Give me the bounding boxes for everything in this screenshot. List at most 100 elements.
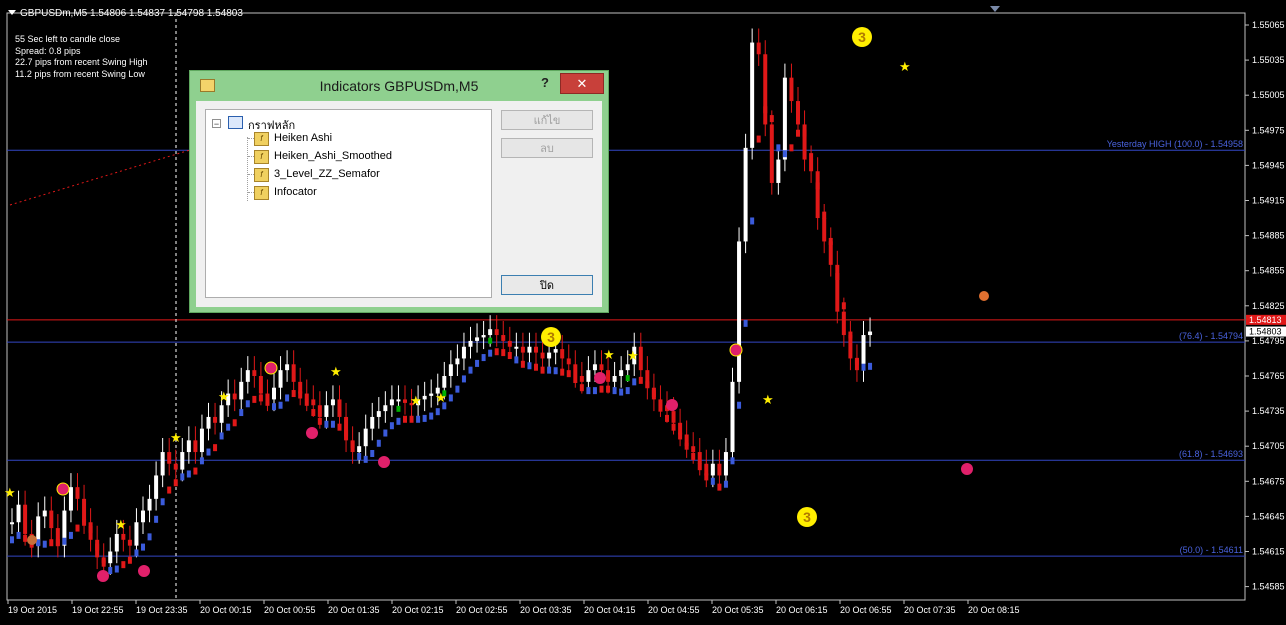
help-button[interactable]: ? — [541, 75, 549, 90]
time-axis-label: 20 Oct 04:55 — [648, 605, 700, 615]
candle-body — [468, 340, 473, 347]
candle-body — [285, 364, 290, 371]
price-axis-label: 1.54855 — [1252, 266, 1285, 276]
edit-button[interactable]: แก้ไข — [501, 110, 593, 130]
candle-body — [337, 399, 342, 417]
smoothed-bar — [527, 362, 532, 370]
trendline — [9, 149, 191, 206]
time-axis-label: 19 Oct 2015 — [8, 605, 57, 615]
candle-body — [841, 311, 846, 336]
candle-body — [186, 440, 191, 453]
swing-marker — [979, 291, 989, 301]
semafor-level3-label: 3 — [858, 29, 866, 45]
chart-window-icon — [228, 116, 243, 129]
candle-body — [68, 487, 73, 511]
delete-button[interactable]: ลบ — [501, 138, 593, 158]
smoothed-bar — [723, 480, 728, 488]
close-icon[interactable]: ✕ — [560, 73, 604, 94]
semafor-star-icon: ★ — [627, 348, 639, 363]
time-axis-label: 19 Oct 23:35 — [136, 605, 188, 615]
smoothed-bar — [861, 363, 866, 371]
time-axis-label: 19 Oct 22:55 — [72, 605, 124, 615]
chart-title: GBPUSDm,M5 1.54806 1.54837 1.54798 1.548… — [20, 8, 243, 19]
smoothed-bar — [494, 348, 499, 356]
ha-green-bar — [396, 405, 401, 412]
candle-body — [344, 416, 349, 441]
candle-body — [23, 504, 28, 534]
candle-body — [658, 399, 663, 406]
time-axis-label: 20 Oct 05:35 — [712, 605, 764, 615]
price-axis-label: 1.54735 — [1252, 406, 1285, 416]
smoothed-bar — [160, 498, 165, 506]
smoothed-bar — [95, 543, 100, 551]
candle-body — [134, 522, 139, 546]
smoothed-bar — [854, 357, 859, 365]
semafor-star-icon: ★ — [435, 390, 447, 405]
smoothed-bar — [717, 483, 722, 491]
candle-body — [232, 393, 237, 400]
smoothed-bar — [429, 412, 434, 420]
candle-body — [763, 54, 768, 125]
smoothed-bar — [62, 537, 67, 545]
candle-body — [586, 370, 591, 382]
indicator-tree[interactable]: − กราฟหลัก f Heiken Ashi f Heiken_Ashi_S… — [205, 109, 492, 298]
candle-body — [494, 329, 499, 336]
time-axis-label: 20 Oct 01:35 — [328, 605, 380, 615]
semafor-star-icon: ★ — [170, 430, 182, 445]
smoothed-bar — [822, 211, 827, 219]
candle-body — [612, 376, 617, 382]
dialog-titlebar[interactable]: Indicators GBPUSDm,M5 ? ✕ — [190, 71, 608, 101]
candle-body — [520, 346, 525, 353]
indicators-dialog: Indicators GBPUSDm,M5 ? ✕ − กราฟหลัก f H… — [189, 70, 609, 313]
smoothed-bar — [422, 414, 427, 422]
candle-body — [291, 364, 296, 382]
fib-level-label: (76.4) - 1.54794 — [1179, 331, 1243, 341]
smoothed-bar — [802, 129, 807, 137]
close-dialog-button[interactable]: ปิด — [501, 275, 593, 295]
time-axis-label: 20 Oct 04:15 — [584, 605, 636, 615]
candle-body — [357, 446, 362, 453]
candle-body — [789, 77, 794, 102]
info-line: 55 Sec left to candle close — [15, 34, 121, 44]
smoothed-bar — [671, 423, 676, 431]
smoothed-bar — [697, 463, 702, 471]
smoothed-bar — [606, 385, 611, 393]
candle-body — [363, 428, 368, 447]
info-line: Spread: 0.8 pips — [15, 45, 81, 56]
candle-body — [42, 510, 47, 517]
collapse-icon[interactable]: − — [212, 119, 221, 129]
smoothed-bar — [75, 524, 80, 532]
candle-body — [265, 393, 270, 400]
semafor-low-dot — [138, 565, 150, 577]
price-axis-label: 1.54585 — [1252, 582, 1285, 592]
candle-body — [782, 77, 787, 160]
smoothed-bar — [389, 422, 394, 430]
smoothed-bar — [750, 217, 755, 225]
smoothed-bar — [82, 518, 87, 526]
smoothed-bar — [23, 534, 28, 542]
candle-body — [127, 539, 132, 546]
info-line: 22.7 pips from recent Swing High — [15, 57, 148, 67]
smoothed-bar — [566, 370, 571, 378]
smoothed-bar — [579, 384, 584, 392]
smoothed-bar — [448, 394, 453, 402]
smoothed-bar — [298, 391, 303, 399]
price-axis-label: 1.55035 — [1252, 55, 1285, 65]
smoothed-bar — [245, 400, 250, 408]
info-line: 11.2 pips from recent Swing Low — [15, 68, 145, 79]
smoothed-bar — [599, 385, 604, 393]
smoothed-bar — [835, 273, 840, 281]
fib-level-label: Yesterday HIGH (100.0) - 1.54958 — [1107, 139, 1243, 149]
candle-body — [258, 376, 263, 394]
smoothed-bar — [684, 442, 689, 450]
dropdown-triangle-icon[interactable] — [8, 10, 16, 15]
candle-body — [717, 463, 722, 476]
smoothed-bar — [121, 561, 126, 569]
semafor-star-icon: ★ — [115, 517, 127, 532]
smoothed-bar — [357, 452, 362, 460]
semafor-low-dot — [961, 463, 973, 475]
smoothed-bar — [10, 536, 14, 544]
semafor-star-icon: ★ — [603, 347, 615, 362]
smoothed-bar — [625, 387, 630, 395]
candle-body — [206, 416, 211, 429]
